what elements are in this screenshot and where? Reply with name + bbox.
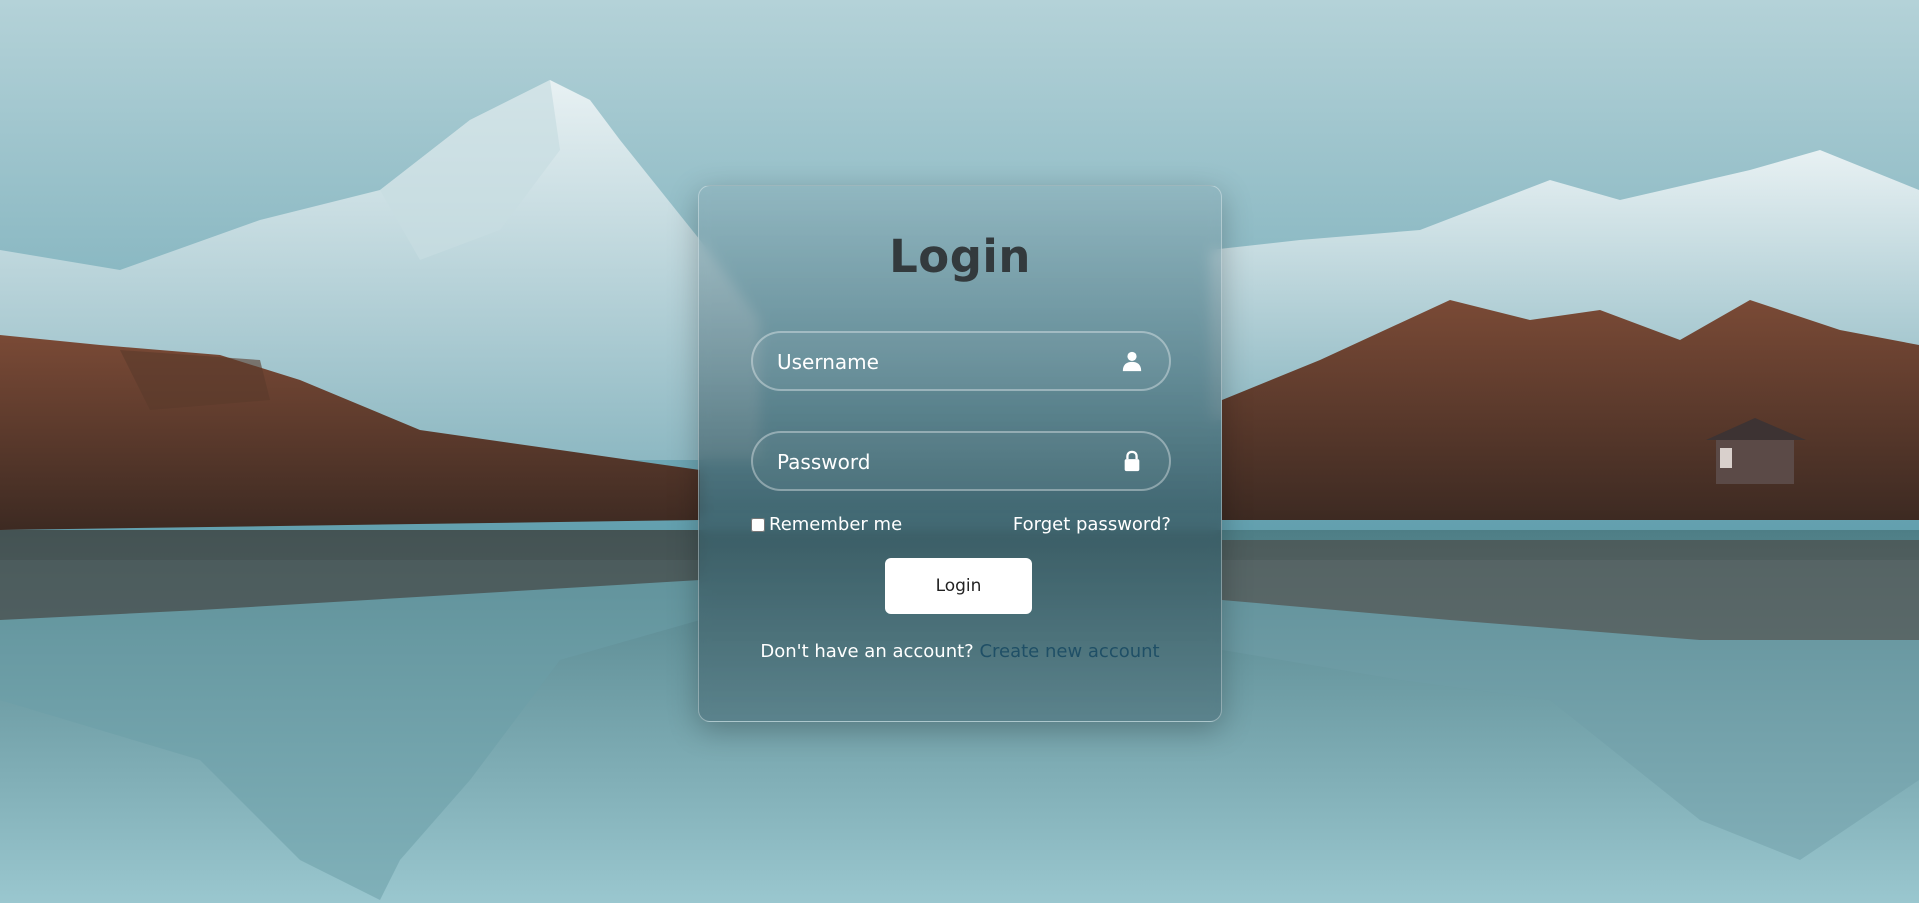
username-input[interactable]: [775, 333, 1099, 391]
remember-me[interactable]: Remember me: [751, 514, 902, 535]
lock-icon: [1124, 450, 1140, 472]
signup-row: Don't have an account? Create new accoun…: [699, 641, 1221, 662]
forgot-password-link[interactable]: Forget password?: [1013, 514, 1171, 535]
login-card: Login Remember me Forget password? Login: [698, 185, 1222, 722]
remember-label: Remember me: [769, 514, 903, 535]
options-row: Remember me Forget password?: [751, 514, 1171, 538]
login-button[interactable]: Login: [885, 558, 1032, 614]
create-account-link[interactable]: Create new account: [979, 641, 1159, 662]
user-icon: [1122, 351, 1142, 372]
background-scene: Login Remember me Forget password? Login: [0, 0, 1919, 903]
signup-prompt: Don't have an account?: [760, 641, 980, 662]
remember-checkbox[interactable]: [751, 517, 765, 532]
password-field[interactable]: [751, 431, 1171, 491]
username-field[interactable]: [751, 331, 1171, 391]
login-title: Login: [889, 230, 1031, 283]
password-input[interactable]: [775, 433, 1099, 491]
